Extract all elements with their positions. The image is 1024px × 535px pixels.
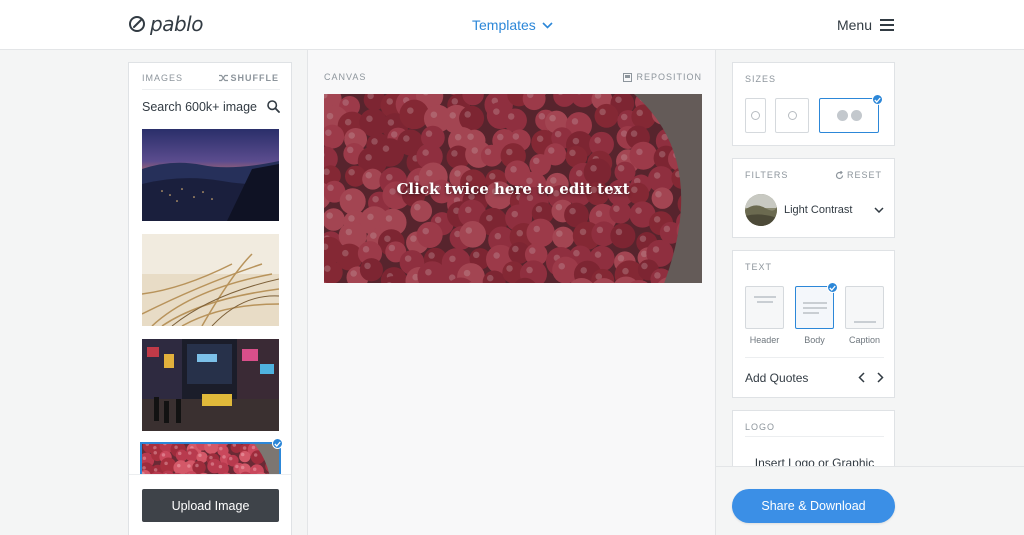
size-option-instagram[interactable] — [775, 98, 809, 133]
image-thumbnail-dry-grass[interactable] — [142, 234, 279, 326]
shuffle-label: SHUFFLE — [230, 73, 279, 83]
logo-panel: LOGO Insert Logo or Graphic — [732, 410, 895, 467]
sizes-panel: SIZES — [732, 62, 895, 146]
size-option-pinterest[interactable] — [745, 98, 766, 133]
chevron-down-icon — [542, 21, 553, 29]
menu-button[interactable]: Menu — [837, 17, 894, 33]
reset-filter-button[interactable]: RESET — [835, 170, 882, 180]
top-bar: pablo Templates Menu — [0, 0, 1024, 50]
logo-title: LOGO — [745, 422, 776, 432]
share-download-button[interactable]: Share & Download — [732, 489, 895, 523]
twitter-icon — [850, 110, 862, 121]
text-style-body-label: Body — [804, 335, 825, 345]
add-quotes-row: Add Quotes — [745, 357, 884, 397]
canvas-column: CANVAS REPOSITION Click twice here to ed… — [307, 50, 716, 535]
chevron-right-icon — [877, 372, 884, 383]
previous-quote-button[interactable] — [858, 372, 865, 383]
filters-panel: FILTERS RESET Light Contrast — [732, 158, 895, 238]
upload-image-button[interactable]: Upload Image — [142, 489, 279, 522]
text-title: TEXT — [745, 262, 773, 272]
quotes-nav — [858, 372, 884, 383]
text-panel: TEXT Header Body Caption Add Quotes — [732, 250, 895, 398]
reposition-label: REPOSITION — [636, 72, 702, 82]
facebook-icon — [836, 110, 848, 121]
templates-label: Templates — [472, 17, 536, 33]
instagram-icon — [787, 111, 797, 120]
images-title: IMAGES — [142, 73, 184, 83]
selected-check-icon — [272, 438, 283, 449]
size-option-facebook-twitter[interactable] — [819, 98, 879, 133]
search-icon[interactable] — [267, 100, 280, 113]
divider — [745, 436, 884, 437]
reposition-button[interactable]: REPOSITION — [623, 72, 702, 82]
shuffle-icon — [218, 74, 228, 82]
text-style-caption-label: Caption — [848, 335, 881, 345]
templates-dropdown[interactable]: Templates — [472, 17, 553, 33]
selected-check-icon — [872, 94, 883, 105]
image-thumbnail-night-city[interactable] — [142, 129, 279, 221]
filter-dropdown[interactable]: Light Contrast — [745, 194, 884, 226]
pablo-logo-icon — [129, 16, 145, 32]
filter-preview-thumbnail — [745, 194, 777, 226]
images-panel: IMAGES SHUFFLE Search 600k+ images Uploa… — [128, 62, 292, 535]
images-header: IMAGES SHUFFLE — [142, 73, 279, 83]
text-style-caption[interactable] — [845, 286, 884, 329]
canvas-image[interactable]: Click twice here to edit text — [324, 94, 702, 283]
canvas-header: CANVAS REPOSITION — [324, 72, 702, 82]
menu-label: Menu — [836, 17, 872, 33]
selected-check-icon — [827, 282, 838, 293]
image-thumbnail-city-street[interactable] — [142, 339, 279, 431]
reposition-icon — [623, 72, 633, 82]
text-style-body[interactable] — [795, 286, 834, 329]
selected-filter-name: Light Contrast — [784, 204, 853, 216]
add-quotes-label[interactable]: Add Quotes — [745, 371, 808, 385]
hamburger-icon — [880, 19, 894, 31]
sizes-title: SIZES — [745, 74, 777, 84]
shuffle-button[interactable]: SHUFFLE — [218, 73, 280, 83]
text-style-header[interactable] — [745, 286, 784, 329]
image-search-input[interactable] — [142, 99, 257, 114]
next-quote-button[interactable] — [877, 372, 884, 383]
chevron-left-icon — [858, 372, 865, 383]
logo-text: pablo — [150, 12, 203, 36]
canvas-text[interactable]: Click twice here to edit text — [324, 94, 702, 283]
canvas-title: CANVAS — [324, 72, 367, 82]
image-search — [142, 89, 280, 123]
filters-title: FILTERS — [745, 170, 789, 180]
pinterest-icon — [751, 111, 760, 120]
chevron-down-icon — [874, 207, 884, 213]
text-style-header-label: Header — [749, 335, 780, 345]
reset-icon — [835, 170, 844, 179]
logo[interactable]: pablo — [128, 12, 203, 36]
reset-label: RESET — [846, 170, 882, 180]
